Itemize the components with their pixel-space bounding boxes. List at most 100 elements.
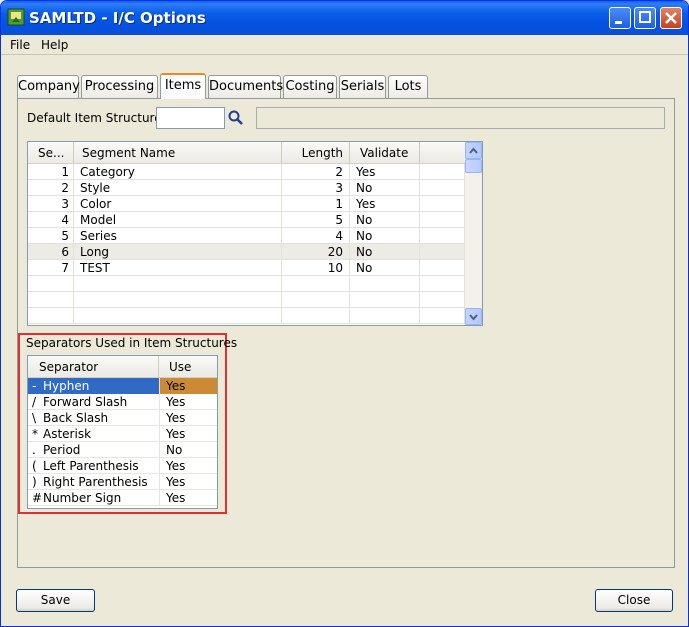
col-segment-number[interactable]: Se... xyxy=(28,142,74,164)
separator-row[interactable]: / Forward Slash Yes xyxy=(28,394,217,410)
col-separator[interactable]: Separator xyxy=(28,356,159,378)
cell-use[interactable]: Yes xyxy=(159,458,217,474)
cell-validate xyxy=(350,292,420,308)
structure-description-field xyxy=(256,107,665,129)
separator-name: Right Parenthesis xyxy=(43,475,148,489)
cell-validate: No xyxy=(350,244,420,260)
cell-validate: Yes xyxy=(350,196,420,212)
segments-table[interactable]: Se... Segment Name Length Validate 1 Cate… xyxy=(27,141,483,326)
tab-processing[interactable]: Processing xyxy=(81,75,158,98)
scroll-down-button[interactable] xyxy=(465,308,482,325)
tab-company-label: Company xyxy=(18,79,80,94)
maximize-button[interactable] xyxy=(634,7,656,29)
cell-name: Style xyxy=(74,180,282,196)
scroll-thumb[interactable] xyxy=(465,159,482,173)
segments-scrollbar[interactable] xyxy=(465,142,482,325)
scroll-up-button[interactable] xyxy=(465,142,482,159)
col-empty xyxy=(420,142,465,164)
tab-documents[interactable]: Documents xyxy=(208,75,283,98)
table-row[interactable]: 2 Style 3 No xyxy=(28,180,465,196)
cell-name: TEST xyxy=(74,260,282,276)
cell-use[interactable]: Yes xyxy=(159,378,217,394)
tab-items[interactable]: Items xyxy=(160,73,206,99)
separator-row[interactable]: - Hyphen Yes xyxy=(28,378,217,394)
cell-length xyxy=(282,308,350,324)
empty-row[interactable] xyxy=(28,308,465,324)
col-validate[interactable]: Validate xyxy=(350,142,420,164)
table-row[interactable]: 4 Model 5 No xyxy=(28,212,465,228)
tab-serials[interactable]: Serials xyxy=(339,75,386,98)
cell-use[interactable]: Yes xyxy=(159,410,217,426)
separator-name: Asterisk xyxy=(43,427,92,441)
cell-num: 2 xyxy=(28,180,74,196)
cell-length xyxy=(282,292,350,308)
separator-row[interactable]: #Number Sign Yes xyxy=(28,490,217,506)
close-window-button[interactable] xyxy=(660,7,682,29)
col-use[interactable]: Use xyxy=(159,356,217,378)
separator-name: Back Slash xyxy=(43,411,109,425)
separator-row[interactable]: . Period No xyxy=(28,442,217,458)
default-item-structure-input[interactable] xyxy=(156,107,225,129)
separator-row[interactable]: (Left Parenthesis Yes xyxy=(28,458,217,474)
window-title: SAMLTD - I/C Options xyxy=(29,9,206,27)
cell-num: 7 xyxy=(28,260,74,276)
separator-row[interactable]: ) Right Parenthesis Yes xyxy=(28,474,217,490)
cell-length: 1 xyxy=(282,196,350,212)
cell-separator: * Asterisk xyxy=(28,426,159,442)
separator-symbol: - xyxy=(32,379,37,393)
menu-bar: File Help xyxy=(1,35,688,55)
maximize-icon xyxy=(639,11,651,23)
table-row[interactable]: 5 Series 4 No xyxy=(28,228,465,244)
items-tab-panel: Default Item Structure Se... Segment Nam… xyxy=(17,98,675,568)
cell-name: Long xyxy=(74,244,282,260)
cell-use[interactable]: Yes xyxy=(159,426,217,442)
close-button[interactable]: Close xyxy=(595,589,673,612)
cell-validate: Yes xyxy=(350,164,420,180)
cell-use[interactable]: Yes xyxy=(159,490,217,506)
ic-options-window: SAMLTD - I/C Options File Help Company P… xyxy=(0,0,689,627)
separator-row[interactable]: * Asterisk Yes xyxy=(28,426,217,442)
cell-name: Model xyxy=(74,212,282,228)
table-row[interactable]: 6 Long 20 No xyxy=(28,244,465,260)
title-bar[interactable]: SAMLTD - I/C Options xyxy=(1,1,688,35)
separator-row[interactable]: \ Back Slash Yes xyxy=(28,410,217,426)
empty-row[interactable] xyxy=(28,276,465,292)
cell-num xyxy=(28,276,74,292)
minimize-button[interactable] xyxy=(609,7,631,29)
table-row[interactable]: 3 Color 1 Yes xyxy=(28,196,465,212)
separators-group-label: Separators Used in Item Structures xyxy=(26,336,238,350)
table-row[interactable]: 1 Category 2 Yes xyxy=(28,164,465,180)
cell-length: 5 xyxy=(282,212,350,228)
empty-row[interactable] xyxy=(28,292,465,308)
tab-company[interactable]: Company xyxy=(17,75,80,98)
cell-use[interactable]: Yes xyxy=(159,474,217,490)
separator-symbol: * xyxy=(32,427,38,441)
separator-name: Forward Slash xyxy=(43,395,128,409)
cell-validate: No xyxy=(350,260,420,276)
col-segment-name[interactable]: Segment Name xyxy=(74,142,282,164)
menu-file[interactable]: File xyxy=(10,38,30,52)
finder-button[interactable] xyxy=(226,108,246,128)
save-button[interactable]: Save xyxy=(16,589,95,612)
cell-empty xyxy=(420,308,465,324)
cell-separator: ) Right Parenthesis xyxy=(28,474,159,490)
cell-num: 4 xyxy=(28,212,74,228)
tab-costing[interactable]: Costing xyxy=(283,75,337,98)
cell-name: Color xyxy=(74,196,282,212)
table-row[interactable]: 7 TEST 10 No xyxy=(28,260,465,276)
separator-symbol: # xyxy=(32,491,43,505)
cell-length xyxy=(282,276,350,292)
close-button-label: Close xyxy=(617,593,651,607)
cell-empty xyxy=(420,196,465,212)
separator-symbol: . xyxy=(32,443,36,457)
tab-lots[interactable]: Lots xyxy=(388,75,428,98)
cell-name: Series xyxy=(74,228,282,244)
col-length[interactable]: Length xyxy=(282,142,350,164)
cell-use[interactable]: No xyxy=(159,442,217,458)
separators-table[interactable]: Separator Use - Hyphen Yes / Forward Slash Ye… xyxy=(27,355,218,509)
separator-name: Period xyxy=(43,443,81,457)
cell-num: 1 xyxy=(28,164,74,180)
menu-help[interactable]: Help xyxy=(41,38,68,52)
tab-processing-label: Processing xyxy=(84,79,155,94)
cell-use[interactable]: Yes xyxy=(159,394,217,410)
